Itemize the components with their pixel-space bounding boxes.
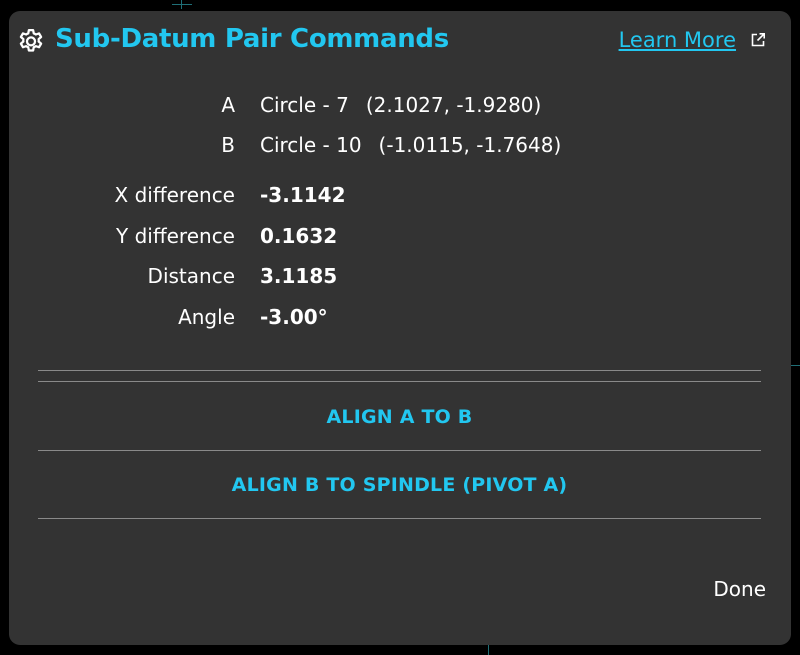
y-difference-value: 0.1632 bbox=[260, 224, 338, 248]
distance-value: 3.1185 bbox=[260, 264, 338, 288]
background-crosshair-bottom bbox=[488, 645, 489, 655]
point-b-name: Circle - 10 bbox=[260, 133, 362, 157]
learn-more-link[interactable]: Learn More bbox=[619, 28, 736, 52]
point-b-value: Circle - 10 (-1.0115, -1.7648) bbox=[260, 133, 561, 157]
gear-icon bbox=[19, 29, 43, 52]
point-b-coords: (-1.0115, -1.7648) bbox=[378, 133, 562, 157]
divider bbox=[38, 370, 761, 371]
dialog-title: Sub-Datum Pair Commands bbox=[55, 24, 449, 54]
divider bbox=[38, 381, 761, 382]
point-a-coords: (2.1027, -1.9280) bbox=[365, 93, 542, 117]
x-difference-value: -3.1142 bbox=[260, 183, 346, 207]
done-button[interactable]: Done bbox=[713, 577, 766, 601]
divider bbox=[38, 450, 761, 451]
y-difference-label: Y difference bbox=[116, 224, 235, 248]
divider bbox=[38, 518, 761, 519]
angle-label: Angle bbox=[178, 305, 235, 329]
external-link-icon[interactable] bbox=[750, 32, 766, 48]
point-a-value: Circle - 7 (2.1027, -1.9280) bbox=[260, 93, 541, 117]
background-crosshair-right bbox=[791, 365, 800, 366]
point-a-name: Circle - 7 bbox=[260, 93, 349, 117]
distance-label: Distance bbox=[147, 264, 235, 288]
point-a-label: A bbox=[221, 93, 235, 117]
background-crosshair-top-h bbox=[172, 4, 192, 5]
sub-datum-pair-dialog: Sub-Datum Pair Commands Learn More A Cir… bbox=[9, 11, 791, 645]
align-b-to-spindle-button[interactable]: ALIGN B TO SPINDLE (PIVOT A) bbox=[38, 452, 761, 518]
point-b-label: B bbox=[221, 133, 235, 157]
x-difference-label: X difference bbox=[114, 183, 235, 207]
align-a-to-b-button[interactable]: ALIGN A TO B bbox=[38, 384, 761, 450]
dialog-header: Sub-Datum Pair Commands Learn More bbox=[9, 11, 791, 71]
angle-value: -3.00° bbox=[260, 305, 328, 329]
